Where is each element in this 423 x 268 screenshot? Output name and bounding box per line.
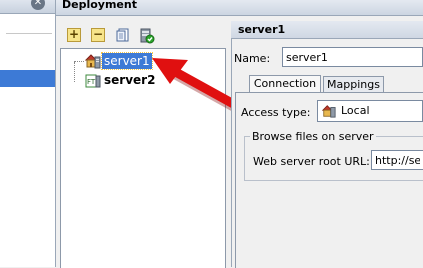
remove-server-button[interactable]: −	[91, 28, 105, 42]
project-panel	[0, 0, 56, 267]
project-panel-selected-row[interactable]	[0, 70, 55, 87]
access-type-label: Access type:	[241, 106, 311, 119]
tab-connection[interactable]: Connection	[249, 75, 321, 93]
tree-item-server1[interactable]: server1	[101, 52, 153, 70]
validate-server-button[interactable]	[139, 28, 155, 44]
validate-server-icon	[140, 28, 155, 44]
copy-server-button[interactable]	[116, 28, 130, 42]
name-label: Name:	[234, 52, 271, 65]
server-local-icon	[321, 104, 336, 118]
add-icon: +	[68, 27, 80, 41]
browse-files-legend: Browse files on server	[250, 130, 376, 143]
name-field[interactable]	[282, 47, 423, 67]
divider	[6, 33, 52, 34]
server-ftp-icon: FTP	[85, 73, 101, 88]
web-root-url-field[interactable]	[371, 150, 423, 170]
add-server-button[interactable]: +	[67, 28, 81, 42]
copy-icon	[116, 28, 129, 42]
tree-connector	[74, 61, 84, 62]
web-root-url-label: Web server root URL:	[253, 155, 370, 168]
tree-connector	[74, 62, 75, 82]
server-local-icon	[84, 53, 101, 69]
deployment-title: Deployment	[62, 0, 137, 11]
project-panel-header	[0, 0, 55, 14]
tab-mappings[interactable]: Mappings	[323, 76, 384, 93]
remove-icon: −	[92, 27, 104, 41]
access-type-value: Local	[341, 104, 370, 117]
server-details-title: server1	[238, 23, 286, 36]
